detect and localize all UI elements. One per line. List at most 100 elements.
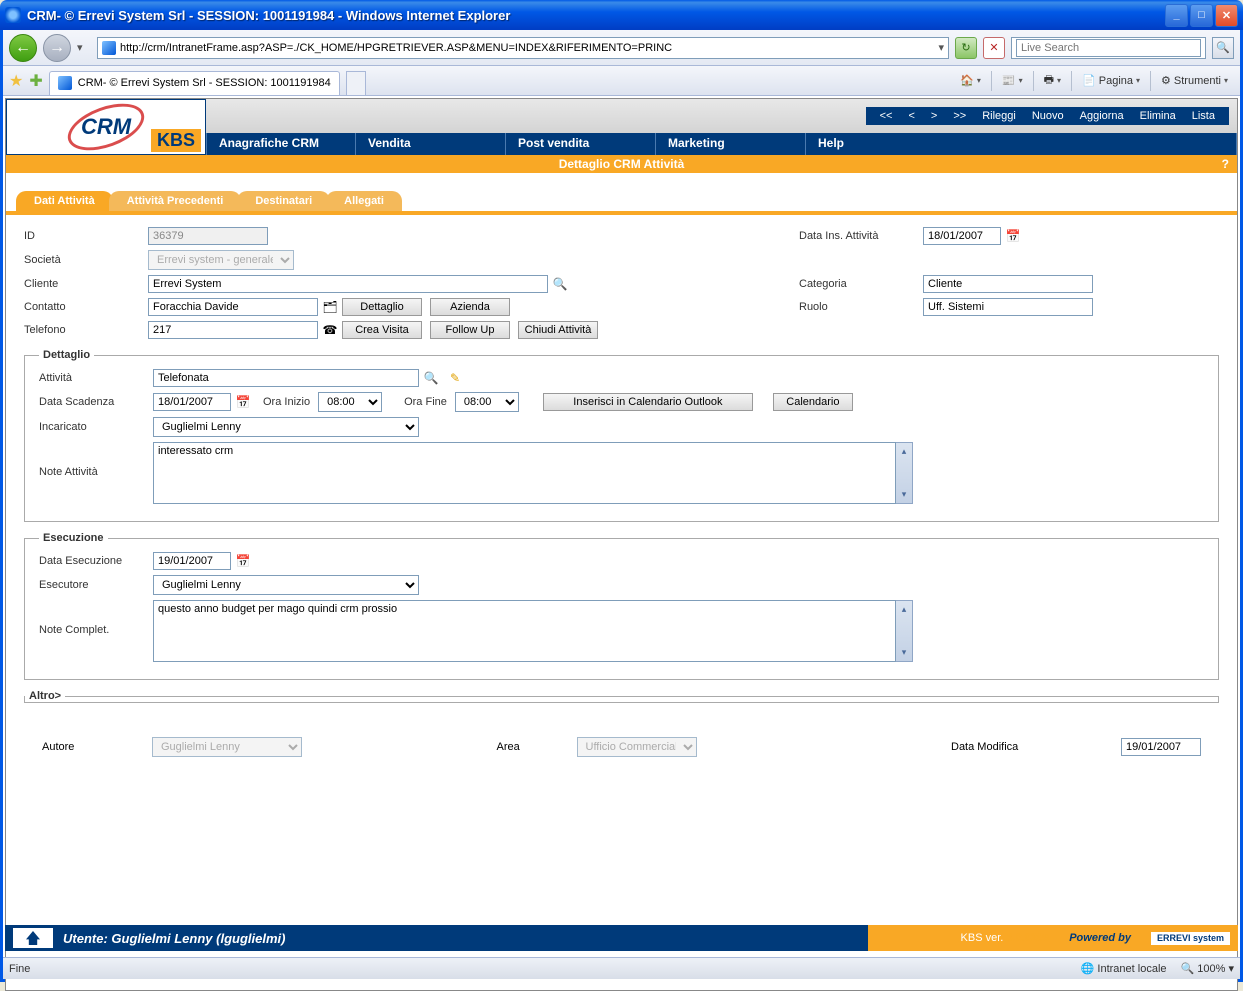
scroll-down-icon[interactable]: ▾ (896, 644, 912, 661)
calendario-button[interactable]: Calendario (773, 393, 853, 411)
autore-select: Guglielmi Lenny (152, 737, 302, 757)
data-esecuzione-field[interactable] (153, 552, 231, 570)
status-zoom[interactable]: 🔍 100% ▾ (1181, 962, 1234, 975)
search-box[interactable] (1011, 37, 1206, 59)
dettaglio-fieldset: Dettaglio Attività 🔍 ✎ Data Scadenza 📅 O… (24, 349, 1219, 522)
address-dropdown-icon[interactable]: ▾ (938, 41, 944, 54)
contatto-field[interactable] (148, 298, 318, 316)
url-text: http://crm/IntranetFrame.asp?ASP=./CK_HO… (120, 42, 934, 54)
note-complet-textarea[interactable]: questo anno budget per mago quindi crm p… (153, 600, 896, 662)
search-input[interactable] (1016, 39, 1201, 57)
dettaglio-button[interactable]: Dettaglio (342, 298, 422, 316)
label-attivita: Attività (39, 372, 153, 384)
favorites-icon[interactable]: ★ (9, 71, 23, 91)
scrollbar[interactable]: ▴ ▾ (896, 600, 913, 662)
menu-marketing[interactable]: Marketing (656, 133, 806, 155)
binoculars-icon[interactable]: 🔍 (552, 276, 568, 292)
menu-postvendita[interactable]: Post vendita (506, 133, 656, 155)
azienda-button[interactable]: Azienda (430, 298, 510, 316)
chiudi-attivita-button[interactable]: Chiudi Attività (518, 321, 598, 339)
home-button[interactable]: 🏠 ▾ (954, 72, 987, 89)
nav-forward-button[interactable]: → (43, 34, 71, 62)
altro-legend[interactable]: Altro> (25, 690, 65, 702)
tab-destinatari[interactable]: Destinatari (237, 191, 330, 211)
tab-allegati[interactable]: Allegati (326, 191, 402, 211)
search-button[interactable]: 🔍 (1212, 37, 1234, 59)
action-bar: << < > >> Rileggi Nuovo Aggiorna Elimina… (866, 107, 1229, 125)
telefono-field[interactable] (148, 321, 318, 339)
inserisci-outlook-button[interactable]: Inserisci in Calendario Outlook (543, 393, 753, 411)
scroll-up-icon[interactable]: ▴ (896, 601, 912, 618)
label-contatto: Contatto (24, 301, 148, 313)
refresh-button[interactable]: ↻ (955, 37, 977, 59)
address-bar[interactable]: http://crm/IntranetFrame.asp?ASP=./CK_HO… (97, 37, 949, 59)
ora-fine-select[interactable]: 08:00 (455, 392, 519, 412)
cliente-field[interactable] (148, 275, 548, 293)
data-scadenza-field[interactable] (153, 393, 231, 411)
help-icon[interactable]: ? (1222, 157, 1229, 171)
categoria-field[interactable] (923, 275, 1093, 293)
tab-toolbar: ★ ✚ CRM- © Errevi System Srl - SESSION: … (3, 66, 1240, 96)
edit-icon[interactable]: ✎ (447, 370, 463, 386)
page-menu-button[interactable]: 📄 Pagina ▾ (1076, 72, 1146, 89)
menu-help[interactable]: Help (806, 133, 1237, 155)
note-attivita-textarea[interactable]: interessato crm (153, 442, 896, 504)
reload-button[interactable]: Rileggi (982, 110, 1016, 122)
label-note-attivita: Note Attività (39, 442, 153, 478)
new-button[interactable]: Nuovo (1032, 110, 1064, 122)
phone-icon[interactable]: ☎ (322, 322, 338, 338)
scroll-up-icon[interactable]: ▴ (896, 443, 912, 460)
add-favorite-icon[interactable]: ✚ (29, 71, 42, 91)
scroll-down-icon[interactable]: ▾ (896, 486, 912, 503)
print-button[interactable]: 🖶 ▾ (1038, 69, 1067, 92)
new-tab-button[interactable] (346, 71, 366, 95)
ie-icon (5, 7, 21, 23)
esecuzione-legend: Esecuzione (39, 532, 108, 544)
crea-visita-button[interactable]: Crea Visita (342, 321, 422, 339)
follow-up-button[interactable]: Follow Up (430, 321, 510, 339)
data-ins-field[interactable] (923, 227, 1001, 245)
menu-anagrafiche[interactable]: Anagrafiche CRM (206, 133, 356, 155)
nav-back-button[interactable]: ← (9, 34, 37, 62)
calendar-icon[interactable]: 📅 (235, 553, 251, 569)
scrollbar[interactable]: ▴ ▾ (896, 442, 913, 504)
attivita-field[interactable] (153, 369, 419, 387)
logo-box: CRM KBS (6, 99, 206, 155)
binoculars-icon[interactable]: 🔍 (423, 370, 439, 386)
tools-menu-button[interactable]: ⚙ Strumenti ▾ (1155, 72, 1234, 89)
tab-dati-attivita[interactable]: Dati Attività (16, 191, 113, 211)
nav-prev-button[interactable]: < (908, 110, 914, 122)
update-button[interactable]: Aggiorna (1080, 110, 1124, 122)
ora-inizio-select[interactable]: 08:00 (318, 392, 382, 412)
form-tabs: Dati Attività Attività Precedenti Destin… (16, 191, 1237, 211)
window-minimize-button[interactable]: _ (1165, 4, 1188, 27)
list-button[interactable]: Lista (1192, 110, 1215, 122)
label-ora-fine: Ora Fine (396, 396, 455, 408)
errevi-logo: ERREVI system (1151, 932, 1230, 945)
window-maximize-button[interactable]: □ (1190, 4, 1213, 27)
feeds-button[interactable]: 📰 ▾ (996, 72, 1029, 89)
lookup-icon[interactable]: 🗂 (322, 299, 338, 315)
incaricato-select[interactable]: Guglielmi Lenny (153, 417, 419, 437)
browser-tab[interactable]: CRM- © Errevi System Srl - SESSION: 1001… (49, 71, 340, 95)
data-modifica-field[interactable] (1121, 738, 1201, 756)
menu-vendita[interactable]: Vendita (356, 133, 506, 155)
window-close-button[interactable]: ✕ (1215, 4, 1238, 27)
tab-attivita-precedenti[interactable]: Attività Precedenti (109, 191, 242, 211)
label-societa: Società (24, 254, 148, 266)
nav-history-dropdown[interactable]: ▾ (77, 41, 91, 54)
calendar-icon[interactable]: 📅 (1005, 228, 1021, 244)
nav-first-button[interactable]: << (880, 110, 893, 122)
stop-button[interactable]: ✕ (983, 37, 1005, 59)
exit-icon[interactable] (13, 928, 53, 948)
ruolo-field[interactable] (923, 298, 1093, 316)
delete-button[interactable]: Elimina (1140, 110, 1176, 122)
status-text: Fine (9, 963, 30, 975)
esecutore-select[interactable]: Guglielmi Lenny (153, 575, 419, 595)
page-icon (102, 41, 116, 55)
footer-powered-by: Powered by (1069, 932, 1131, 944)
calendar-icon[interactable]: 📅 (235, 394, 251, 410)
nav-next-button[interactable]: > (931, 110, 937, 122)
nav-last-button[interactable]: >> (953, 110, 966, 122)
label-telefono: Telefono (24, 324, 148, 336)
